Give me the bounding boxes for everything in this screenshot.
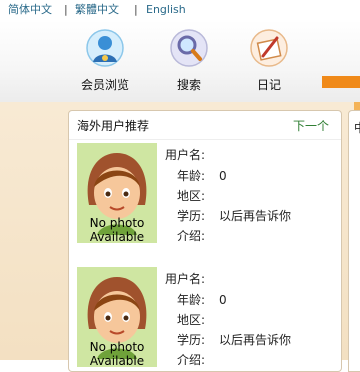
username-row: 用户名: [165, 271, 335, 287]
region-label: 地区: [177, 313, 206, 327]
intro-label: 介绍: [177, 353, 206, 367]
education-value: 以后再告诉你 [219, 209, 292, 223]
age-value: 0 [219, 293, 227, 307]
header-accent-bar [322, 76, 360, 88]
intro-label: 介绍: [177, 229, 206, 243]
username-row: 用户名: [165, 147, 335, 163]
nav-diary-label: 日记 [256, 78, 281, 92]
lang-separator: | [134, 3, 138, 16]
age-label: 年龄: [177, 169, 206, 183]
panel-title: 海外用户推荐 [77, 119, 150, 133]
user-photo-placeholder[interactable]: No photo Available [77, 267, 157, 367]
photo-caption-line1: No photo [89, 340, 145, 354]
photo-caption-line2: Available [89, 354, 145, 367]
next-link[interactable]: 下一个 [293, 111, 329, 141]
education-label: 学历: [177, 333, 206, 347]
panel-header: 海外用户推荐 下一个 [69, 111, 341, 140]
secondary-panel-title: 中 [354, 119, 360, 136]
nav-member-browse[interactable]: 会员浏览 [70, 28, 140, 93]
age-value: 0 [219, 169, 227, 183]
secondary-panel-edge: 中 [348, 110, 360, 372]
diary-notebook-icon [249, 28, 289, 68]
region-row: 地区: [177, 188, 337, 204]
username-label: 用户名: [165, 148, 206, 162]
nav-diary[interactable]: 日记 [234, 28, 304, 93]
language-bar: 简体中文 | 繁體中文 | English [0, 0, 360, 20]
nav-member-browse-label: 会员浏览 [80, 78, 129, 92]
lang-simplified-link[interactable]: 简体中文 [8, 0, 52, 20]
age-label: 年龄: [177, 293, 206, 307]
overseas-users-panel: 海外用户推荐 下一个 No photo Available 用户名: 年龄: 0… [68, 110, 342, 372]
region-row: 地区: [177, 312, 337, 328]
photo-caption-line2: Available [89, 230, 145, 243]
education-row: 学历: 以后再告诉你 [177, 208, 337, 224]
photo-caption-line1: No photo [89, 216, 145, 230]
education-label: 学历: [177, 209, 206, 223]
intro-row: 介绍: [177, 228, 337, 244]
username-label: 用户名: [165, 272, 206, 286]
search-magnifier-icon [169, 28, 209, 68]
lang-english-link[interactable]: English [146, 0, 186, 20]
age-row: 年龄: 0 [177, 292, 337, 308]
member-browse-icon [85, 28, 125, 68]
user-photo-placeholder[interactable]: No photo Available [77, 143, 157, 243]
user-card[interactable]: No photo Available 用户名: 年龄: 0 地区: 学历: 以后… [77, 267, 339, 367]
lang-separator: | [64, 3, 68, 16]
age-row: 年龄: 0 [177, 168, 337, 184]
nav-search-label: 搜索 [176, 78, 201, 92]
education-row: 学历: 以后再告诉你 [177, 332, 337, 348]
lang-traditional-link[interactable]: 繁體中文 [75, 0, 119, 20]
nav-search[interactable]: 搜索 [154, 28, 224, 93]
user-card[interactable]: No photo Available 用户名: 年龄: 0 地区: 学历: 以后… [77, 143, 339, 243]
region-label: 地区: [177, 189, 206, 203]
intro-row: 介绍: [177, 352, 337, 368]
education-value: 以后再告诉你 [219, 333, 292, 347]
main-nav: 会员浏览 搜索 日记 [0, 20, 360, 103]
